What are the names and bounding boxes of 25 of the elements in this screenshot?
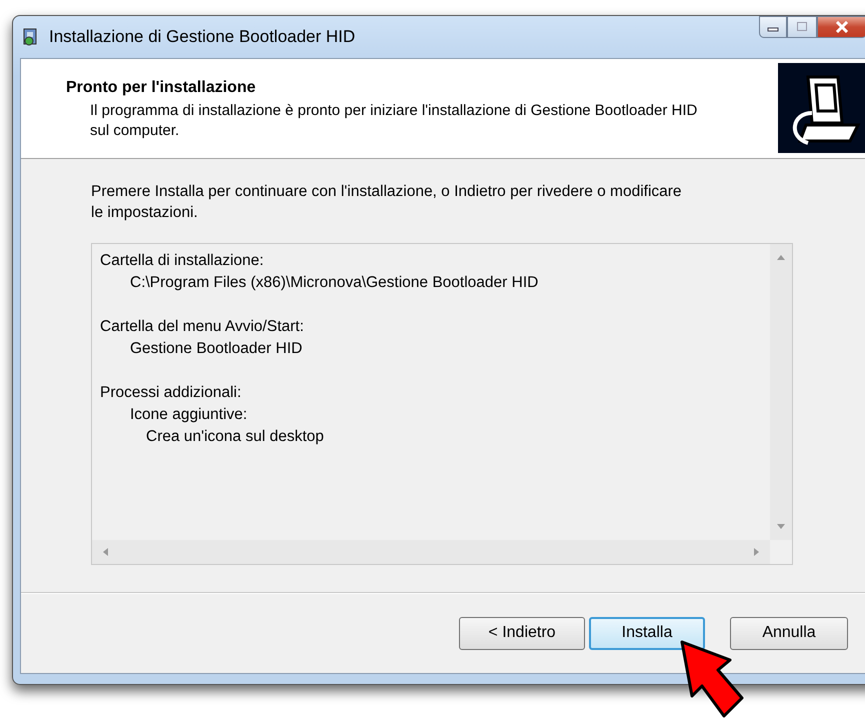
minimize-button[interactable] [759, 16, 787, 38]
scroll-up-icon[interactable] [776, 254, 786, 260]
summary-line: C:\Program Files (x86)\Micronova\Gestione Bootloader HID [129, 273, 540, 293]
scroll-down-icon[interactable] [776, 524, 786, 530]
page-title: Pronto per l'installazione [66, 79, 257, 97]
summary-line: Crea un'icona sul desktop [145, 427, 325, 447]
close-button[interactable] [817, 16, 865, 38]
window-title: Installazione di Gestione Bootloader HID [49, 27, 356, 47]
close-icon [835, 21, 849, 33]
scroll-left-icon[interactable] [102, 547, 108, 557]
summary-line: Processi addizionali: [100, 383, 242, 403]
instruction-text: Premere Installa per continuare con l'installazione, o Indietro per rivedere o modificare le impostazioni. [91, 182, 683, 223]
vertical-scrollbar[interactable] [770, 244, 792, 540]
page-subtitle: Il programma di installazione è pronto per iniziare l'installazione di Gestione Bootloader HID sul computer. [89, 101, 698, 141]
dialog-button[interactable]: Annulla [730, 616, 848, 650]
summary-line: Cartella di installazione: [100, 251, 265, 271]
summary-line: Gestione Bootloader HID [129, 339, 304, 359]
horizontal-scrollbar[interactable] [92, 540, 770, 564]
summary-line: Icone aggiuntive: [129, 405, 248, 425]
scroll-right-icon[interactable] [754, 547, 760, 557]
dialog-button[interactable]: < Indietro [459, 616, 585, 650]
summary-line: Cartella del menu Avvio/Start: [100, 317, 305, 337]
maximize-icon [795, 21, 809, 33]
dialog-button[interactable]: Installa [589, 616, 705, 650]
maximize-button[interactable] [787, 16, 817, 38]
